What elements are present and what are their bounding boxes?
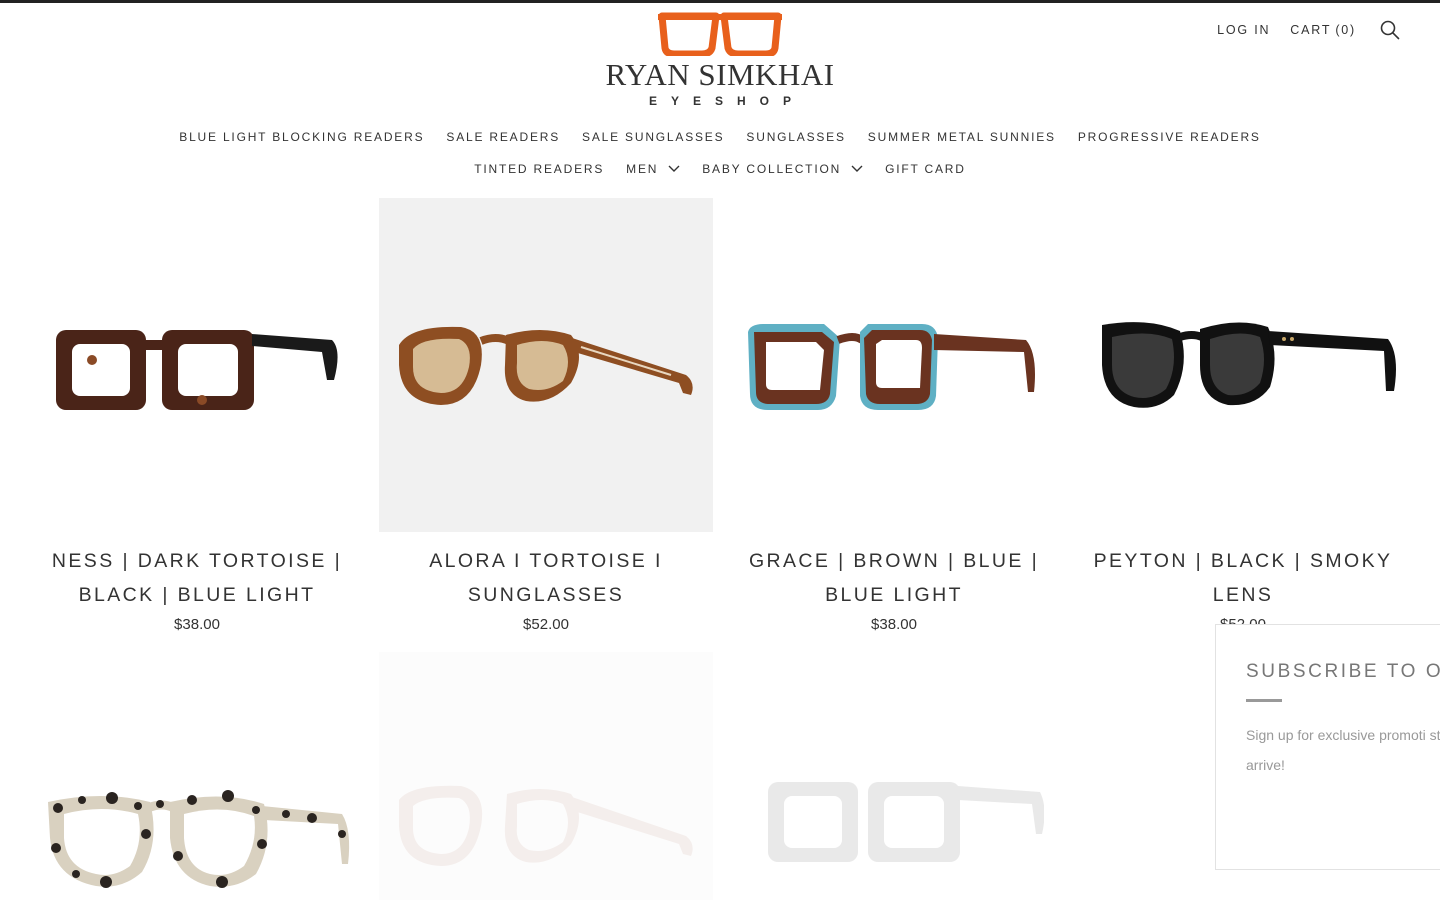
cart-label: CART [1290, 23, 1332, 37]
product-image[interactable] [727, 198, 1061, 532]
product-title-line-1: ALORA I TORTOISE I [429, 550, 663, 572]
eyeglasses-image [399, 785, 693, 866]
product-title-line-1: NESS | DARK TORTOISE | [51, 550, 343, 572]
glasses-logo-icon [658, 12, 782, 56]
product-image[interactable] [379, 198, 713, 532]
main-nav-row-2: TINTED READERS MEN BABY COLLECTION GIFT … [0, 162, 1440, 176]
product-image[interactable] [379, 652, 713, 900]
login-link[interactable]: LOG IN [1217, 23, 1270, 37]
nav-baby-collection[interactable]: BABY COLLECTION [702, 162, 863, 176]
product-title-line-2: SUNGLASSES [467, 584, 625, 606]
product-image[interactable] [1076, 198, 1410, 532]
cart-count: (0) [1335, 23, 1356, 37]
eyeglasses-image [56, 330, 338, 410]
product-title-line-2: BLACK | BLUE LIGHT [78, 584, 316, 606]
chevron-down-icon [668, 165, 680, 172]
product-title-line-2: BLUE LIGHT [825, 584, 963, 606]
product-image[interactable] [30, 198, 364, 532]
nav-tinted-readers[interactable]: TINTED READERS [474, 162, 604, 176]
product-card[interactable]: ALORA I TORTOISE I SUNGLASSES $52.00 [379, 198, 713, 633]
header-utility: LOG IN CART (0) [1217, 20, 1400, 40]
popup-text: Sign up for exclusive promoti styles arr… [1246, 727, 1440, 773]
nav-summer-metal-sunnies[interactable]: SUMMER METAL SUNNIES [868, 130, 1056, 144]
product-price: $38.00 [174, 616, 220, 633]
product-title-line-1: GRACE | BROWN | BLUE | [748, 550, 1040, 572]
product-card[interactable]: PEYTON | BLACK | SMOKY LENS $52.00 [1076, 198, 1410, 633]
product-card[interactable] [379, 652, 713, 900]
cart-link[interactable]: CART (0) [1290, 23, 1356, 37]
product-price: $38.00 [871, 616, 917, 633]
brand-name: RYAN SIMKHAI [605, 57, 835, 92]
product-card[interactable] [30, 652, 364, 900]
product-title-line-1: PEYTON | BLACK | SMOKY [1093, 550, 1393, 572]
product-title[interactable]: PEYTON | BLACK | SMOKY LENS [1076, 544, 1410, 612]
product-price: $52.00 [523, 616, 569, 633]
nav-sale-readers[interactable]: SALE READERS [446, 130, 560, 144]
popup-title: SUBSCRIBE TO O [1246, 661, 1440, 682]
product-card[interactable]: NESS | DARK TORTOISE | BLACK | BLUE LIGH… [30, 198, 364, 633]
sunglasses-image [1102, 322, 1396, 408]
nav-sunglasses[interactable]: SUNGLASSES [746, 130, 845, 144]
subscribe-popup[interactable]: SUBSCRIBE TO O Sign up for exclusive pro… [1215, 624, 1440, 870]
nav-progressive-readers[interactable]: PROGRESSIVE READERS [1078, 130, 1261, 144]
search-icon[interactable] [1380, 20, 1400, 40]
product-title[interactable]: NESS | DARK TORTOISE | BLACK | BLUE LIGH… [30, 544, 364, 612]
nav-men[interactable]: MEN [626, 162, 680, 176]
sunglasses-image [399, 326, 693, 405]
product-card[interactable] [727, 652, 1061, 900]
product-card[interactable]: GRACE | BROWN | BLUE | BLUE LIGHT $38.00 [727, 198, 1061, 633]
product-title[interactable]: ALORA I TORTOISE I SUNGLASSES [379, 544, 713, 612]
product-title[interactable]: GRACE | BROWN | BLUE | BLUE LIGHT [727, 544, 1061, 612]
chevron-down-icon [851, 165, 863, 172]
eyeglasses-image [48, 790, 350, 888]
nav-sale-sunglasses[interactable]: SALE SUNGLASSES [582, 130, 724, 144]
brand-logo[interactable]: RYAN SIMKHAI EYESHOP [600, 12, 840, 117]
brand-subtitle: EYESHOP [648, 94, 806, 108]
eyeglasses-image [748, 324, 1035, 410]
product-image[interactable] [727, 652, 1061, 900]
popup-divider [1246, 699, 1282, 702]
eyeglasses-image [768, 782, 1044, 862]
product-title-line-2: LENS [1212, 584, 1274, 606]
main-nav-row-1: BLUE LIGHT BLOCKING READERS SALE READERS… [0, 130, 1440, 144]
nav-gift-card[interactable]: GIFT CARD [885, 162, 966, 176]
nav-men-label: MEN [626, 162, 659, 176]
nav-baby-collection-label: BABY COLLECTION [702, 162, 842, 176]
top-border [0, 0, 1440, 3]
product-image[interactable] [30, 652, 364, 900]
nav-blue-light-blocking-readers[interactable]: BLUE LIGHT BLOCKING READERS [179, 130, 424, 144]
